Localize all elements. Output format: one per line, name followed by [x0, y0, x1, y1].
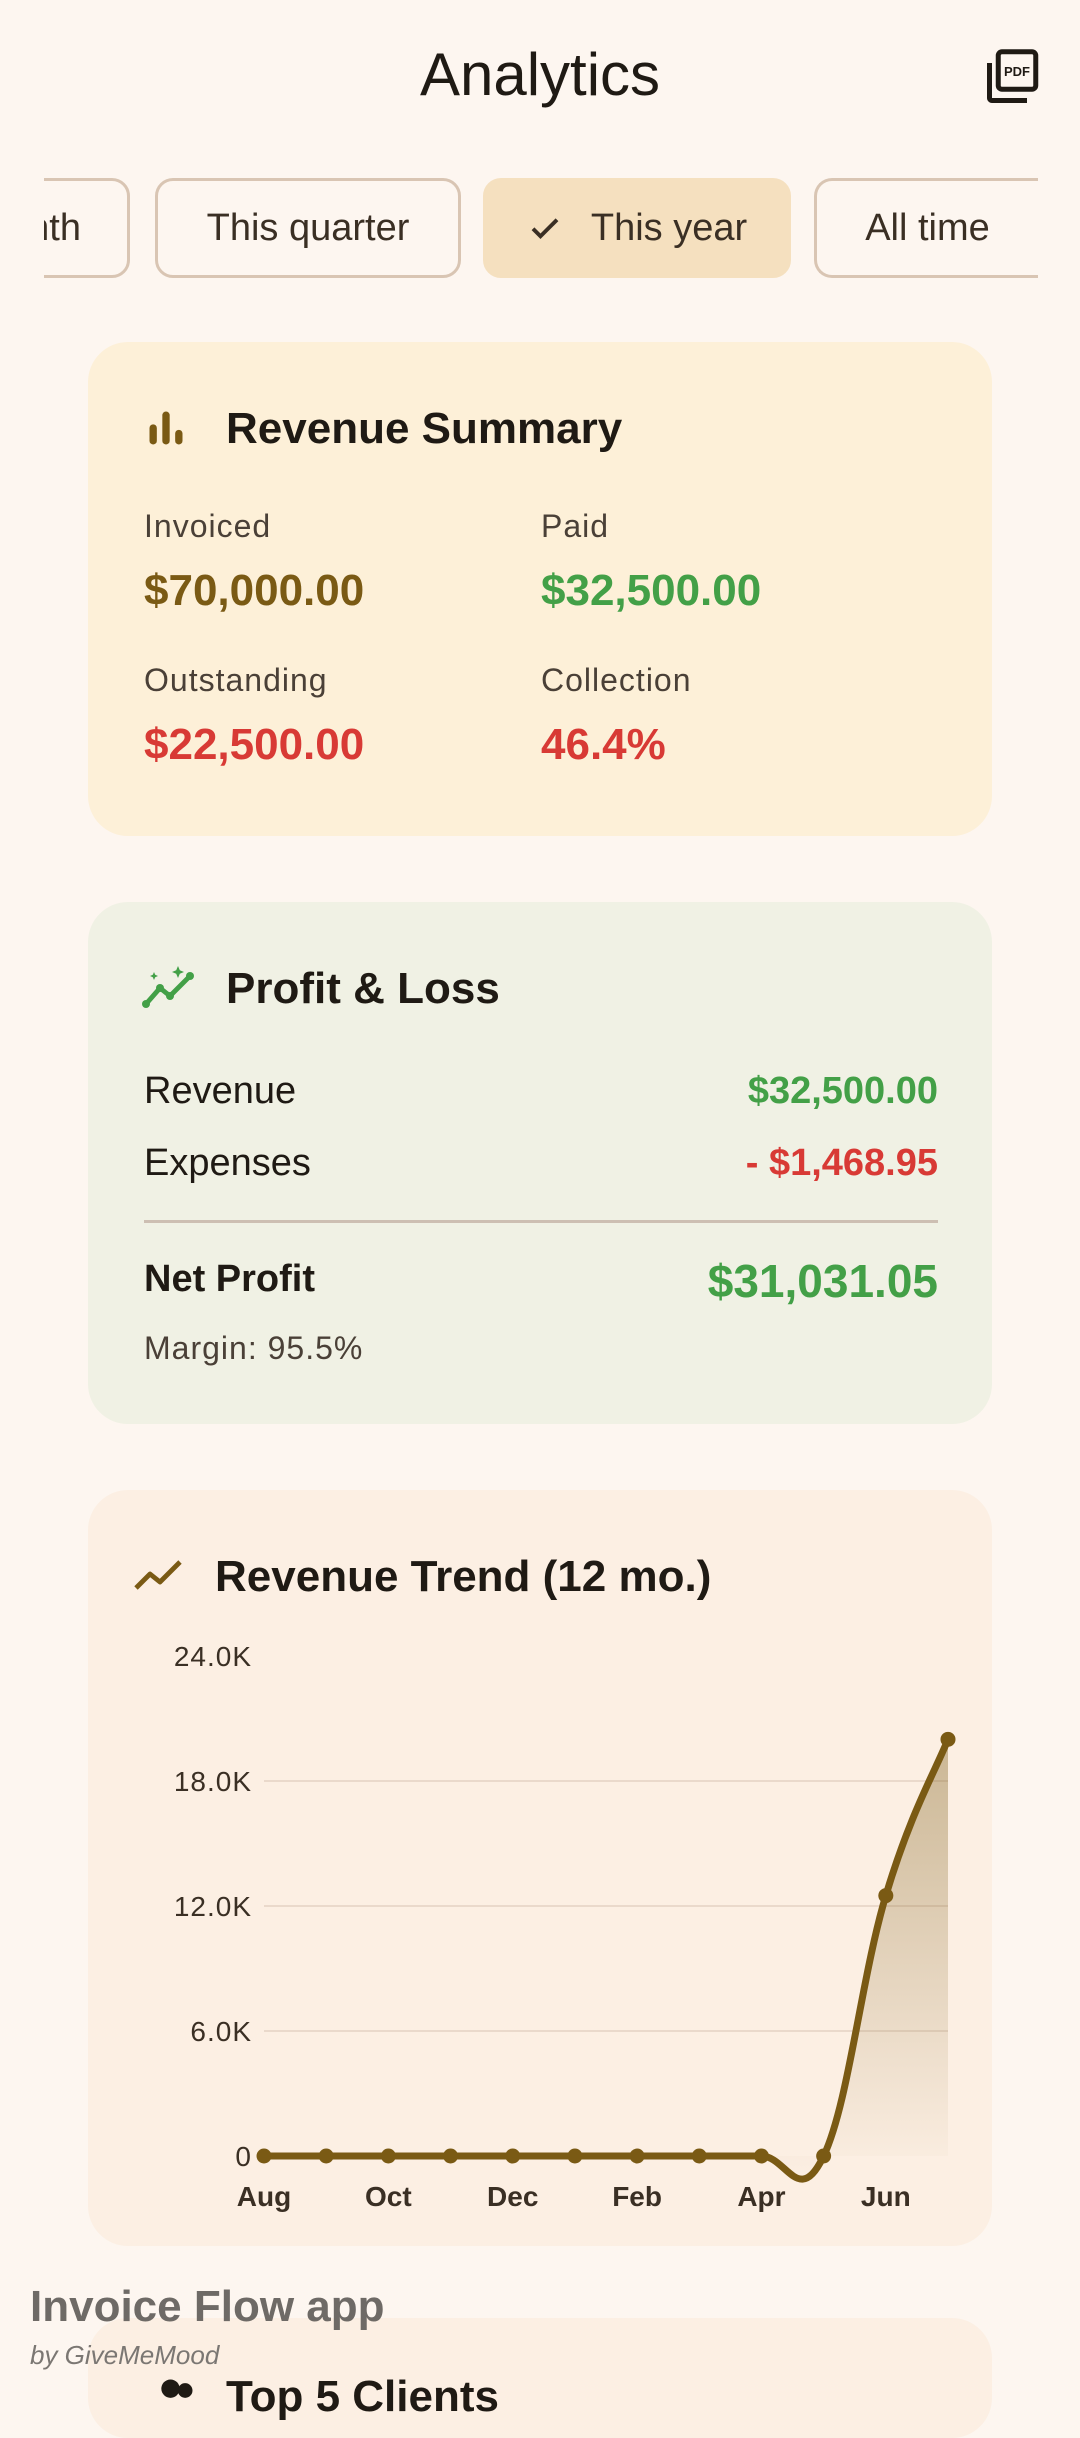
top-clients-card: Top 5 Clients — [88, 2318, 992, 2438]
revenue-trend-chart: 0 6.0K 12.0K 18.0K 24.0K Aug Oct Dec Feb Apr Jun — [174, 1641, 956, 2212]
data-point — [443, 2148, 459, 2164]
top-clients-title: Top 5 Clients — [226, 2372, 499, 2421]
trend-area — [264, 1739, 948, 2180]
x-tick-label: Oct — [365, 2181, 412, 2212]
margin-text: Margin: 95.5% — [144, 1330, 364, 1366]
data-point — [940, 1731, 956, 1747]
y-tick-label: 0 — [235, 2141, 252, 2172]
data-point — [816, 2148, 832, 2164]
revenue-trend-title: Revenue Trend (12 mo.) — [215, 1552, 712, 1601]
watermark-title: Invoice Flow app — [30, 2282, 385, 2331]
app-header: Analytics PDF — [0, 0, 1080, 150]
chip-this-month[interactable]: nth — [44, 178, 130, 278]
paid-label: Paid — [541, 508, 610, 544]
people-icon — [154, 2374, 198, 2423]
profit-loss-card: Profit & Loss Revenue $32,500.00 Expense… — [88, 902, 992, 1424]
period-filter-chips: nth This quarter This year All time — [44, 178, 1038, 284]
x-tick-label: Aug — [237, 2181, 291, 2212]
y-tick-label: 24.0K — [174, 1641, 252, 1672]
trend-line-icon — [134, 1556, 184, 1597]
x-tick-label: Feb — [612, 2181, 662, 2212]
trending-sparkle-icon — [142, 964, 200, 1017]
invoiced-label: Invoiced — [144, 508, 272, 544]
page-title: Analytics — [419, 41, 661, 108]
invoiced-value: $70,000.00 — [144, 566, 365, 615]
chip-label: All time — [865, 206, 990, 249]
revenue-value: $32,500.00 — [747, 1070, 938, 1112]
revenue-trend-card: Revenue Trend (12 mo.) 0 6.0K 12.0K 18.0K 24… — [88, 1490, 992, 2246]
y-tick-label: 6.0K — [190, 2016, 252, 2047]
x-tick-label: Dec — [487, 2181, 538, 2212]
profit-loss-title: Profit & Loss — [226, 964, 500, 1013]
chip-this-year[interactable]: This year — [483, 178, 791, 278]
outstanding-value: $22,500.00 — [144, 720, 365, 769]
data-point — [753, 2148, 769, 2164]
data-point — [567, 2148, 583, 2164]
data-point — [256, 2148, 272, 2164]
divider — [144, 1220, 938, 1223]
x-tick-label: Jun — [861, 2181, 911, 2212]
chip-label: This year — [590, 206, 748, 249]
net-profit-value: $31,031.05 — [707, 1255, 938, 1307]
net-profit-label: Net Profit — [144, 1258, 315, 1300]
chip-label: This quarter — [206, 206, 410, 249]
chip-all-time[interactable]: All time — [814, 178, 1038, 278]
data-point — [505, 2148, 521, 2164]
revenue-label: Revenue — [144, 1070, 297, 1112]
bar-chart-icon — [144, 406, 188, 455]
data-point — [318, 2148, 334, 2164]
watermark-subtitle: by GiveMeMood — [30, 2340, 220, 2370]
chip-this-quarter[interactable]: This quarter — [155, 178, 461, 278]
check-icon — [527, 210, 563, 246]
paid-value: $32,500.00 — [541, 566, 762, 615]
outstanding-label: Outstanding — [144, 662, 328, 698]
pdf-export-icon[interactable]: PDF — [982, 48, 1042, 108]
revenue-summary-card: Revenue Summary Invoiced $70,000.00 Paid… — [88, 342, 992, 836]
y-tick-label: 12.0K — [174, 1891, 252, 1922]
data-point — [691, 2148, 707, 2164]
data-point — [878, 1888, 894, 1904]
expenses-label: Expenses — [144, 1142, 311, 1184]
data-point — [629, 2148, 645, 2164]
collection-value: 46.4% — [541, 720, 666, 769]
svg-text:PDF: PDF — [1004, 64, 1030, 79]
chip-label: nth — [44, 206, 81, 249]
x-tick-label: Apr — [737, 2181, 785, 2212]
expenses-value: - $1,468.95 — [745, 1142, 938, 1184]
data-point — [380, 2148, 396, 2164]
collection-label: Collection — [541, 662, 692, 698]
y-tick-label: 18.0K — [174, 1766, 252, 1797]
revenue-summary-title: Revenue Summary — [226, 404, 623, 453]
